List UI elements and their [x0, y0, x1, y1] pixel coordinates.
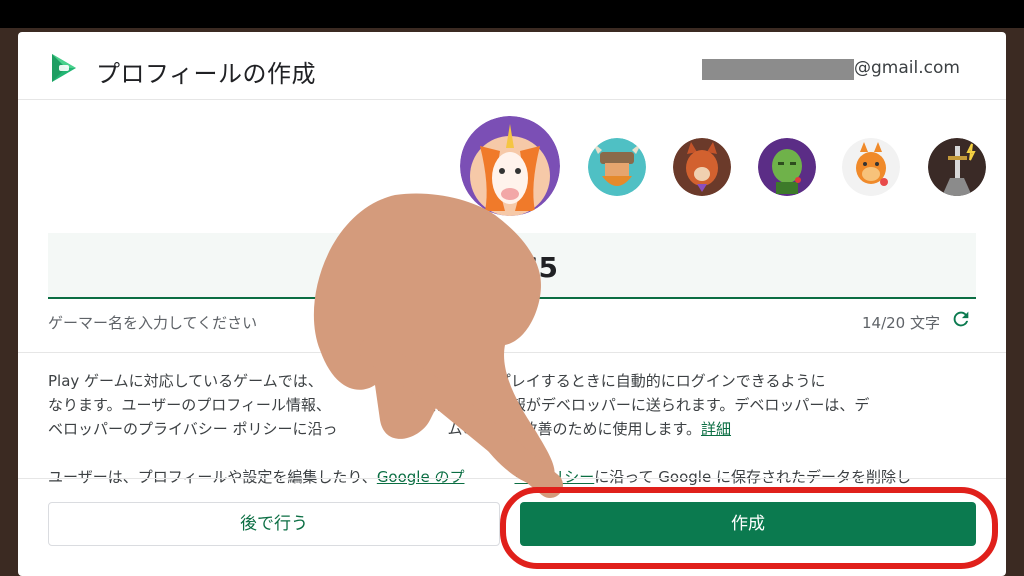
avatar-dragon[interactable] [842, 138, 900, 196]
viking-avatar-icon [588, 138, 646, 196]
divider [18, 352, 1006, 353]
avatar-picker [18, 116, 1006, 226]
refresh-name-icon[interactable] [950, 308, 972, 330]
notice-text: Play ゲームに対応しているゲームでは、 [48, 372, 323, 390]
notice-text: ベロッパーのプライバシー ポリシーに沿っ [48, 420, 338, 438]
page-title: プロフィールの作成 [96, 60, 317, 88]
sword-avatar-icon [928, 138, 986, 196]
gamer-name-helper-text: ゲーマー名を入力してください [48, 314, 258, 332]
later-button[interactable]: 後で行う [48, 502, 500, 546]
character-counter: 14/20 文字 [862, 314, 940, 332]
create-profile-dialog: プロフィールの作成 @gmail.com our65 ゲーマー名を入力してくださ… [18, 32, 1006, 576]
notice-text: ユーザーは、プロフィールや設定を編集したり、 [48, 468, 377, 486]
avatar-zombie[interactable] [758, 138, 816, 196]
notice-text: なります。ユーザーのプロフィール情報、 [48, 396, 331, 414]
avatar-viking[interactable] [588, 138, 646, 196]
account-email: @gmail.com [854, 58, 960, 78]
create-button[interactable]: 作成 [520, 502, 976, 546]
dialog-header: プロフィールの作成 @gmail.com [18, 32, 1006, 100]
dragon-avatar-icon [842, 138, 900, 196]
avatar-unicorn[interactable] [460, 116, 560, 216]
notice-text: に沿って Google に保存されたデータを削除し [594, 468, 911, 486]
unicorn-avatar-icon [460, 116, 560, 216]
notice-text: ます。ゲームをプレイするときに自動的にログインできるように [392, 372, 826, 390]
notice-text: ムの提供や改善のために使用します。 [447, 420, 701, 438]
email-redacted-block [702, 59, 854, 80]
play-games-logo-icon [52, 54, 76, 82]
divider [18, 478, 1006, 479]
werewolf-avatar-icon [673, 138, 731, 196]
privacy-notice: Play ゲームに対応しているゲームでは、 ます。ゲームをプレイするときに自動的に… [48, 369, 978, 513]
gamer-name-input[interactable]: our65 [48, 233, 976, 299]
avatar-werewolf[interactable] [673, 138, 731, 196]
notice-text: 入に関する情報がデベロッパーに送られます。デベロッパーは、デ [420, 396, 870, 414]
avatar-sword[interactable] [928, 138, 986, 196]
details-link[interactable]: 詳細 [701, 420, 731, 438]
privacy-policy-link-tail[interactable]: ー ポリシー [514, 468, 594, 486]
zombie-avatar-icon [758, 138, 816, 196]
privacy-policy-link[interactable]: Google のプ [377, 468, 465, 486]
gamer-name-value: our65 [466, 251, 558, 284]
